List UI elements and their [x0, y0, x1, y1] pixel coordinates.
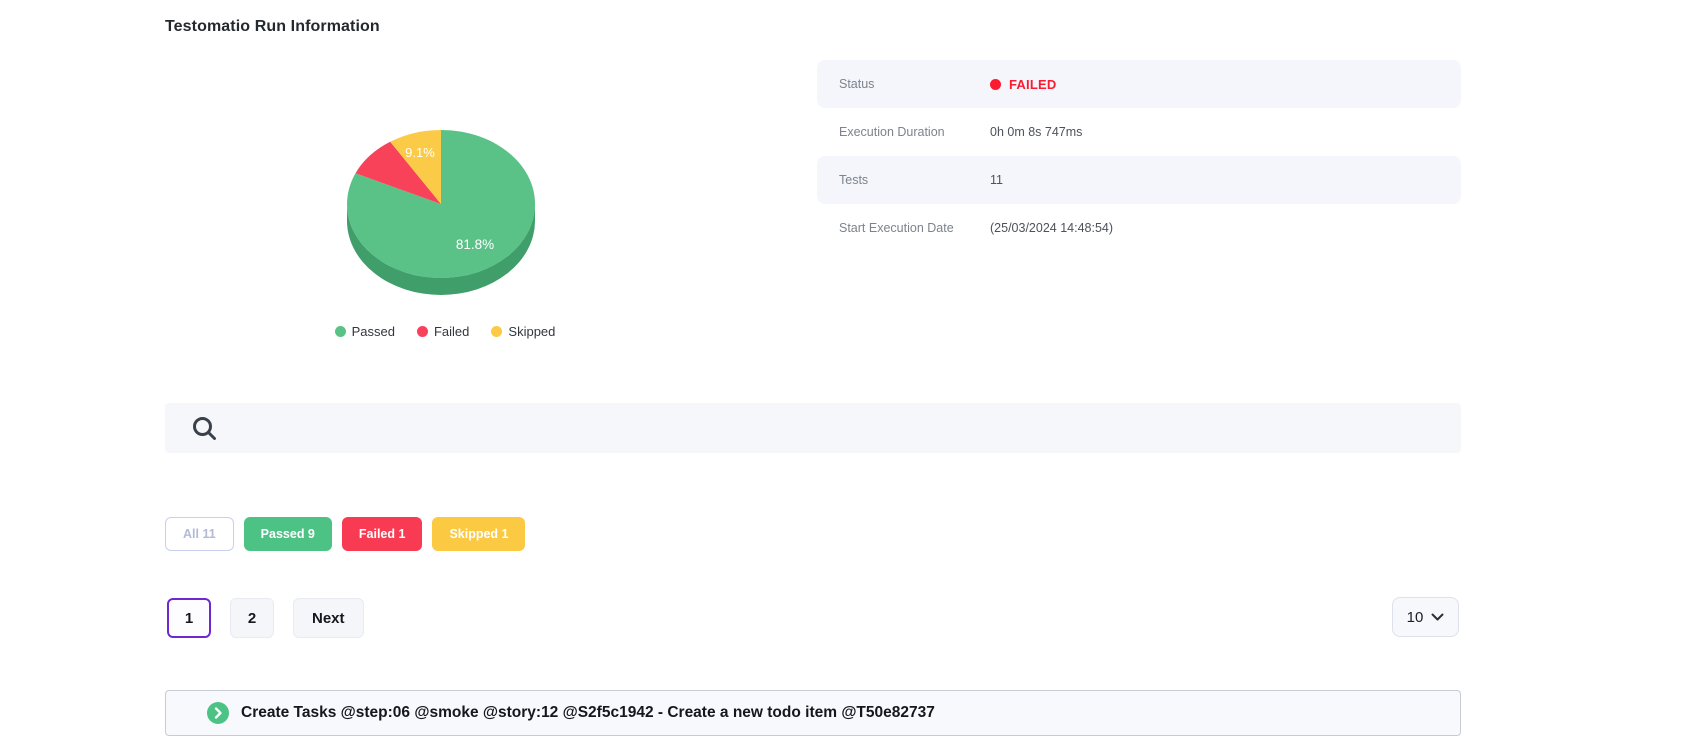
search-bar [165, 403, 1461, 453]
chevron-right-icon [207, 702, 229, 724]
filter-passed-button[interactable]: Passed 9 [244, 517, 332, 551]
legend-label-passed: Passed [352, 324, 395, 339]
legend-item-failed[interactable]: Failed [417, 324, 469, 339]
filter-all-button[interactable]: All 11 [165, 517, 234, 551]
pie-chart-block: 81.8% 9.1% Passed Failed Skipped [330, 105, 560, 339]
page-size-value: 10 [1407, 609, 1424, 626]
pie-label-passed: 81.8% [456, 237, 494, 252]
search-icon [191, 415, 218, 442]
pie-chart: 81.8% 9.1% [330, 105, 560, 315]
info-row-status: Status FAILED [817, 60, 1461, 108]
legend-item-skipped[interactable]: Skipped [491, 324, 555, 339]
legend-dot-passed-icon [335, 326, 346, 337]
info-label-start-date: Start Execution Date [817, 221, 990, 235]
pie-legend: Passed Failed Skipped [330, 324, 560, 339]
test-item-title: Create Tasks @step:06 @smoke @story:12 @… [241, 704, 935, 722]
legend-dot-failed-icon [417, 326, 428, 337]
info-value-duration: 0h 0m 8s 747ms [990, 125, 1082, 139]
pagination-page-2-button[interactable]: 2 [230, 598, 274, 638]
info-row-start-date: Start Execution Date (25/03/2024 14:48:5… [817, 204, 1461, 252]
info-value-tests: 11 [990, 173, 1003, 187]
page-size-select[interactable]: 10 [1392, 597, 1459, 637]
legend-dot-skipped-icon [491, 326, 502, 337]
status-badge: FAILED [1009, 77, 1056, 92]
info-label-tests: Tests [817, 173, 990, 187]
test-item-row[interactable]: Create Tasks @step:06 @smoke @story:12 @… [165, 690, 1461, 736]
legend-label-skipped: Skipped [508, 324, 555, 339]
filter-skipped-button[interactable]: Skipped 1 [432, 517, 525, 551]
status-dot-icon [990, 79, 1001, 90]
info-row-tests: Tests 11 [817, 156, 1461, 204]
info-value-status: FAILED [990, 77, 1056, 92]
filter-failed-button[interactable]: Failed 1 [342, 517, 423, 551]
legend-item-passed[interactable]: Passed [335, 324, 395, 339]
filter-buttons: All 11 Passed 9 Failed 1 Skipped 1 [165, 517, 525, 551]
page-title: Testomatio Run Information [165, 18, 380, 36]
chevron-down-icon [1431, 613, 1444, 621]
info-value-start-date: (25/03/2024 14:48:54) [990, 221, 1113, 235]
info-row-duration: Execution Duration 0h 0m 8s 747ms [817, 108, 1461, 156]
pagination-next-button[interactable]: Next [293, 598, 364, 638]
run-info-table: Status FAILED Execution Duration 0h 0m 8… [817, 60, 1461, 252]
legend-label-failed: Failed [434, 324, 469, 339]
info-label-status: Status [817, 77, 990, 91]
info-label-duration: Execution Duration [817, 125, 990, 139]
pagination-page-1-button[interactable]: 1 [167, 598, 211, 638]
search-input[interactable] [232, 403, 1461, 453]
pie-label-skipped: 9.1% [405, 145, 435, 160]
pagination: 1 2 Next [167, 598, 364, 638]
